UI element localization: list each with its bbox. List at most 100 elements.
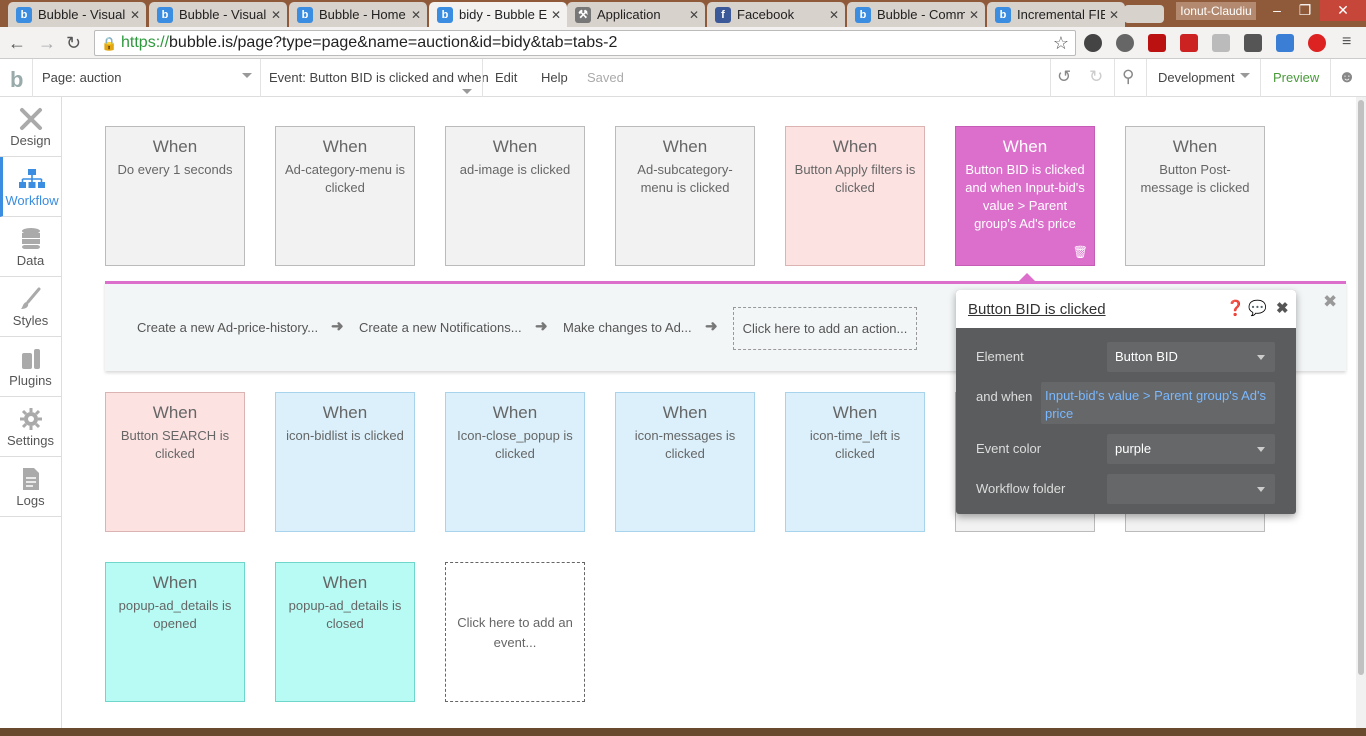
and-when-condition[interactable]: Input-bid's value > Parent group's Ad's … xyxy=(1041,382,1275,424)
window-close-icon[interactable]: ✕ xyxy=(1320,0,1366,21)
reload-icon[interactable]: ↻ xyxy=(66,33,81,54)
forward-icon[interactable]: → xyxy=(38,33,56,54)
tab-close-icon[interactable]: ✕ xyxy=(130,8,140,22)
extension-icon[interactable] xyxy=(1276,34,1294,52)
address-bar[interactable]: 🔒 https://bubble.is/page?type=page&name=… xyxy=(94,30,1076,56)
workflow-folder-dropdown[interactable] xyxy=(1107,474,1275,504)
account-icon[interactable]: ☻ xyxy=(1338,67,1356,87)
browser-tab[interactable]: b Bubble - Visual ✕ xyxy=(8,2,146,27)
tab-close-icon[interactable]: ✕ xyxy=(551,8,561,22)
chevron-down-icon[interactable] xyxy=(1240,73,1250,78)
new-tab-button[interactable] xyxy=(1124,5,1164,23)
page-selector[interactable]: Page: auction xyxy=(42,70,122,85)
add-action-button[interactable]: Click here to add an action... xyxy=(733,307,917,350)
event-card[interactable]: When icon-messages is clicked xyxy=(615,392,755,532)
help-menu[interactable]: Help xyxy=(541,70,568,85)
tab-close-icon[interactable]: ✕ xyxy=(969,8,979,22)
comment-icon[interactable]: 💬 xyxy=(1248,299,1267,317)
extension-icon[interactable] xyxy=(1116,34,1134,52)
nav-item-label: Data xyxy=(16,253,45,268)
event-card[interactable]: When icon-bidlist is clicked xyxy=(275,392,415,532)
event-card[interactable]: When icon-time_left is clicked xyxy=(785,392,925,532)
chevron-down-icon xyxy=(1257,487,1265,492)
tab-close-icon[interactable]: ✕ xyxy=(411,8,421,22)
browser-tab[interactable]: b Bubble - Home ✕ xyxy=(289,2,427,27)
extension-icon[interactable] xyxy=(1084,34,1102,52)
event-card[interactable]: When Do every 1 seconds xyxy=(105,126,245,266)
styles-icon xyxy=(0,285,61,313)
event-card[interactable]: When Button Apply filters is clicked xyxy=(785,126,925,266)
action-step-2[interactable]: Create a new Notifications... xyxy=(359,320,522,335)
extension-icon[interactable] xyxy=(1244,34,1262,52)
event-description: popup-ad_details is closed xyxy=(288,598,402,631)
undo-icon[interactable]: ↺ xyxy=(1057,67,1071,87)
action-step-1[interactable]: Create a new Ad-price-history... xyxy=(137,320,318,335)
scrollbar-thumb[interactable] xyxy=(1358,100,1364,675)
nav-item-styles[interactable]: Styles xyxy=(0,277,61,337)
divider xyxy=(1050,59,1051,97)
event-card[interactable]: When Button Post-message is clicked xyxy=(1125,126,1265,266)
event-card[interactable]: When Ad-category-menu is clicked xyxy=(275,126,415,266)
browser-tab[interactable]: b bidy - Bubble Ed ✕ xyxy=(429,2,567,27)
bubble-logo-icon[interactable]: b xyxy=(10,67,23,93)
event-card[interactable]: When Button SEARCH is clicked xyxy=(105,392,245,532)
event-color-dropdown[interactable]: purple xyxy=(1107,434,1275,464)
dropbox-extension-icon[interactable] xyxy=(1212,34,1230,52)
event-card[interactable]: When Button BID is clicked and when Input… xyxy=(955,126,1095,266)
browser-tab[interactable]: b Incremental FIE ✕ xyxy=(987,2,1125,27)
close-icon[interactable]: ✖ xyxy=(1323,292,1337,312)
event-description: Icon-close_popup is clicked xyxy=(457,428,573,461)
nav-item-plugins[interactable]: Plugins xyxy=(0,337,61,397)
back-icon[interactable]: ← xyxy=(8,33,26,54)
redo-icon[interactable]: ↻ xyxy=(1089,67,1103,87)
event-card[interactable]: When Ad-subcategory-menu is clicked xyxy=(615,126,755,266)
add-event-button[interactable]: Click here to add an event... xyxy=(445,562,585,702)
url-text: https://bubble.is/page?type=page&name=au… xyxy=(121,34,618,51)
nav-item-logs[interactable]: Logs xyxy=(0,457,61,517)
tab-close-icon[interactable]: ✕ xyxy=(689,8,699,22)
extension-icon[interactable] xyxy=(1180,34,1198,52)
nav-item-design[interactable]: Design xyxy=(0,97,61,157)
event-when-label: When xyxy=(322,403,368,422)
nav-item-settings[interactable]: Settings xyxy=(0,397,61,457)
event-description: Button BID is clicked and when Input-bid… xyxy=(965,162,1085,231)
chevron-down-icon[interactable] xyxy=(462,89,472,94)
chevron-down-icon[interactable] xyxy=(242,73,252,78)
event-when-label: When xyxy=(322,573,368,592)
pdf-extension-icon[interactable] xyxy=(1148,34,1166,52)
event-card[interactable]: When popup-ad_details is opened xyxy=(105,562,245,702)
close-icon[interactable]: ✖ xyxy=(1276,299,1289,317)
tab-close-icon[interactable]: ✕ xyxy=(1109,8,1119,22)
browser-tab[interactable]: ⚒ Application ✕ xyxy=(567,2,705,27)
help-icon[interactable]: ❓ xyxy=(1226,299,1245,317)
event-card[interactable]: When popup-ad_details is closed xyxy=(275,562,415,702)
minimize-icon[interactable]: – xyxy=(1262,2,1292,18)
opera-extension-icon[interactable] xyxy=(1308,34,1326,52)
browser-tab[interactable]: b Bubble - Visual ✕ xyxy=(149,2,287,27)
element-dropdown[interactable]: Button BID xyxy=(1107,342,1275,372)
nav-item-data[interactable]: Data xyxy=(0,217,61,277)
menu-icon[interactable]: ≡ xyxy=(1342,33,1351,51)
bookmark-star-icon[interactable]: ☆ xyxy=(1053,33,1069,54)
panel-title[interactable]: Button BID is clicked xyxy=(968,301,1106,318)
edit-menu[interactable]: Edit xyxy=(495,70,517,85)
profile-button[interactable]: Ionut-Claudiu xyxy=(1176,2,1256,20)
tab-close-icon[interactable]: ✕ xyxy=(271,8,281,22)
maximize-icon[interactable]: ❐ xyxy=(1290,2,1320,19)
action-step-3[interactable]: Make changes to Ad... xyxy=(563,320,692,335)
search-icon[interactable]: ⚲ xyxy=(1122,67,1134,87)
event-description: popup-ad_details is opened xyxy=(118,598,232,631)
version-selector[interactable]: Development xyxy=(1158,70,1235,85)
selected-event-pointer xyxy=(1019,273,1035,281)
trash-icon[interactable]: 🗑 xyxy=(1073,245,1088,259)
nav-item-workflow[interactable]: Workflow xyxy=(0,157,61,217)
element-label: Element xyxy=(976,349,1024,364)
browser-tab[interactable]: f Facebook ✕ xyxy=(707,2,845,27)
tab-close-icon[interactable]: ✕ xyxy=(829,8,839,22)
event-card[interactable]: When ad-image is clicked xyxy=(445,126,585,266)
preview-button[interactable]: Preview xyxy=(1273,70,1319,85)
workflow-folder-label: Workflow folder xyxy=(976,481,1066,496)
browser-tab[interactable]: b Bubble - Comm ✕ xyxy=(847,2,985,27)
event-card[interactable]: When Icon-close_popup is clicked xyxy=(445,392,585,532)
event-selector[interactable]: Event: Button BID is clicked and when xyxy=(269,70,489,85)
